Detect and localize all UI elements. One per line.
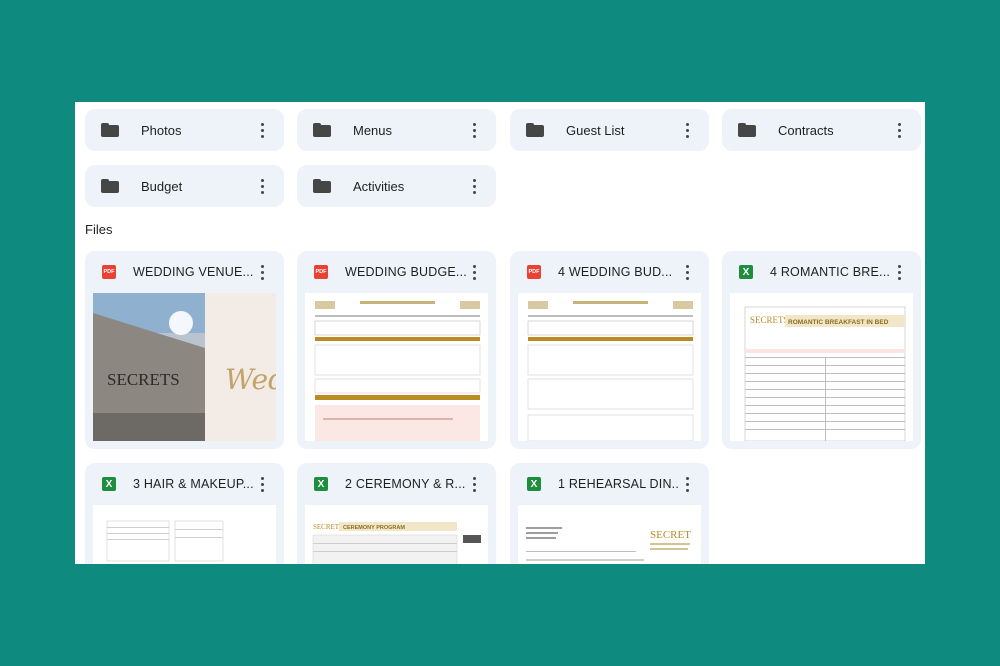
file-card-3-hair-makeup[interactable]: X 3 HAIR & MAKEUP...	[85, 463, 284, 564]
file-card-4-wedding-budget[interactable]: PDF 4 WEDDING BUD...	[510, 251, 709, 449]
folder-icon	[101, 179, 119, 193]
more-vert-icon[interactable]	[254, 120, 270, 140]
folder-activities[interactable]: Activities	[297, 165, 496, 207]
pdf-file-icon: PDF	[527, 265, 541, 279]
venue-script-text: Wedd	[225, 363, 276, 396]
folder-icon	[101, 123, 119, 137]
ceremony-preview: SECRETS CEREMONY PROGRAM	[312, 522, 481, 564]
more-vert-icon[interactable]	[679, 474, 695, 494]
folder-icon	[738, 123, 756, 137]
file-thumbnail: SECRETS ROMANTIC BREAKFAST IN BED	[730, 293, 913, 441]
file-thumbnail	[305, 293, 488, 441]
more-vert-icon[interactable]	[254, 474, 270, 494]
folder-menus[interactable]: Menus	[297, 109, 496, 151]
venue-photo: SECRETS Wedd	[93, 293, 276, 441]
folder-budget[interactable]: Budget	[85, 165, 284, 207]
file-name: WEDDING BUDGE...	[345, 265, 466, 279]
file-name: 1 REHEARSAL DIN...	[558, 477, 679, 491]
file-card-wedding-venue[interactable]: PDF WEDDING VENUE... SECRETS Wedd	[85, 251, 284, 449]
folder-icon	[526, 123, 544, 137]
venue-sign-text: SECRETS	[107, 370, 180, 389]
more-vert-icon[interactable]	[891, 262, 907, 282]
file-name: WEDDING VENUE...	[133, 265, 254, 279]
folder-label: Menus	[353, 122, 393, 138]
file-card-2-ceremony[interactable]: X 2 CEREMONY & R... SECRETS CEREMONY PRO…	[297, 463, 496, 564]
hair-makeup-preview	[106, 520, 224, 562]
spreadsheet-file-icon: X	[102, 477, 116, 491]
file-thumbnail: SECRETS Wedd	[93, 293, 276, 441]
folder-label: Contracts	[778, 122, 834, 138]
folder-label: Activities	[353, 178, 405, 194]
file-card-wedding-budget[interactable]: PDF WEDDING BUDGE...	[297, 251, 496, 449]
file-name: 3 HAIR & MAKEUP...	[133, 477, 254, 491]
pdf-file-icon: PDF	[314, 265, 328, 279]
more-vert-icon[interactable]	[466, 176, 482, 196]
more-vert-icon[interactable]	[466, 120, 482, 140]
file-thumbnail	[93, 505, 276, 564]
spreadsheet-file-icon: X	[527, 477, 541, 491]
romantic-breakfast-preview: SECRETS ROMANTIC BREAKFAST IN BED	[744, 306, 906, 441]
folder-icon	[313, 179, 331, 193]
pdf-file-icon: PDF	[102, 265, 116, 279]
ceremony-title-text: CEREMONY PROGRAM	[343, 525, 405, 531]
file-card-1-rehearsal-dinner[interactable]: X 1 REHEARSAL DIN... SECRET	[510, 463, 709, 564]
more-vert-icon[interactable]	[679, 262, 695, 282]
spreadsheet-file-icon: X	[739, 265, 753, 279]
more-vert-icon[interactable]	[254, 176, 270, 196]
file-name: 4 ROMANTIC BRE...	[770, 265, 891, 279]
file-card-4-romantic-breakfast[interactable]: X 4 ROMANTIC BRE... SECRETS ROMANTIC BRE…	[722, 251, 921, 449]
romantic-brand-text: SECRETS	[750, 315, 789, 325]
folder-icon	[313, 123, 331, 137]
rehearsal-brand-text: SECRET	[650, 529, 691, 541]
file-name: 2 CEREMONY & R...	[345, 477, 466, 491]
more-vert-icon[interactable]	[891, 120, 907, 140]
folder-guest-list[interactable]: Guest List	[510, 109, 709, 151]
rehearsal-preview: SECRET	[526, 527, 691, 561]
folder-contracts[interactable]: Contracts	[722, 109, 921, 151]
more-vert-icon[interactable]	[466, 474, 482, 494]
folder-label: Guest List	[566, 122, 625, 138]
budget-document-preview	[527, 301, 694, 441]
file-name: 4 WEDDING BUD...	[558, 265, 673, 279]
folder-photos[interactable]: Photos	[85, 109, 284, 151]
romantic-title-text: ROMANTIC BREAKFAST IN BED	[788, 319, 889, 326]
more-vert-icon[interactable]	[254, 262, 270, 282]
folder-label: Budget	[141, 178, 183, 194]
ceremony-brand-text: SECRETS	[313, 523, 343, 531]
drive-panel: Photos Menus Guest List Contracts Budget…	[75, 102, 925, 564]
folder-label: Photos	[141, 122, 182, 138]
budget-document-preview	[314, 301, 481, 441]
spreadsheet-file-icon: X	[314, 477, 328, 491]
more-vert-icon[interactable]	[679, 120, 695, 140]
more-vert-icon[interactable]	[466, 262, 482, 282]
files-section-heading: Files	[85, 222, 113, 237]
file-thumbnail	[518, 293, 701, 441]
file-thumbnail: SECRET	[518, 505, 701, 564]
file-thumbnail: SECRETS CEREMONY PROGRAM	[305, 505, 488, 564]
